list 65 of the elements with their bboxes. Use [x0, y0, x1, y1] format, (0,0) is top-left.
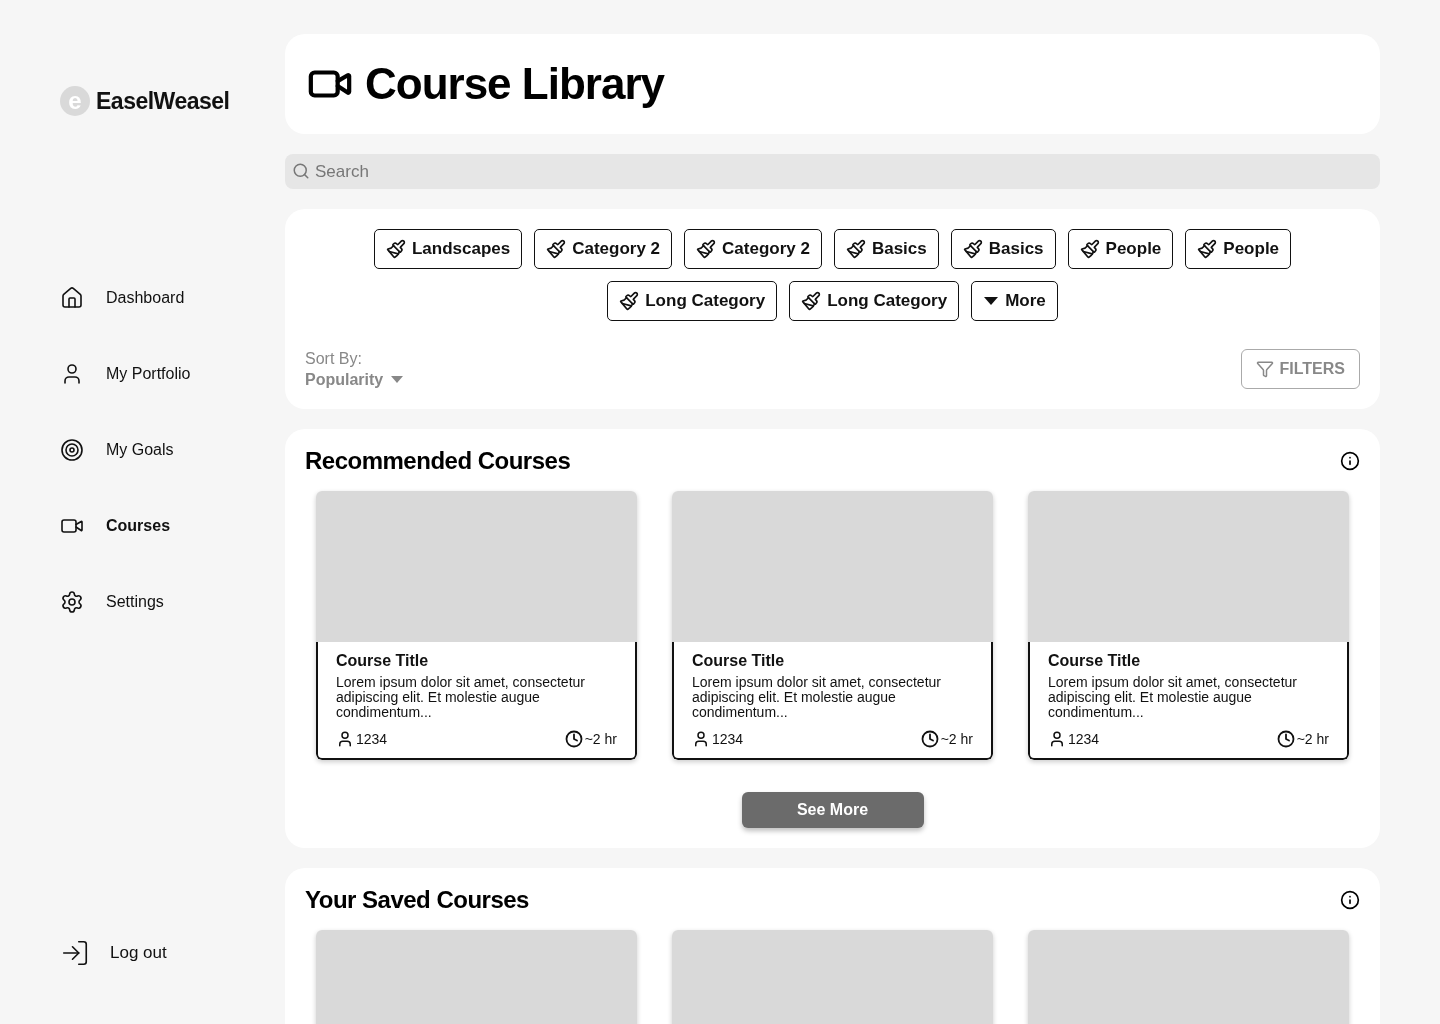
search-field[interactable]: Search: [285, 154, 1380, 189]
course-duration: ~2 hr: [584, 731, 617, 747]
category-chip[interactable]: People: [1067, 229, 1174, 269]
nav-item[interactable]: My Goals: [60, 438, 285, 462]
search-icon: [292, 162, 310, 180]
section-title: Your Saved Courses: [305, 886, 529, 914]
category-chip[interactable]: People: [1185, 229, 1292, 269]
sort-dropdown[interactable]: Popularity: [305, 370, 404, 389]
course-duration: ~2 hr: [940, 731, 973, 747]
student-count: 1234: [356, 731, 388, 747]
user-icon: [1048, 730, 1066, 748]
user-icon: [336, 730, 354, 748]
nav-item[interactable]: My Portfolio: [60, 362, 285, 386]
student-count: 1234: [1068, 731, 1100, 747]
home-icon: [60, 286, 84, 310]
nav-item[interactable]: Dashboard: [60, 286, 285, 310]
section-title: Recommended Courses: [305, 447, 571, 475]
course-description: Lorem ipsum dolor sit amet, consectetur adipiscing elit. Et molestie augue condimentum...: [1048, 675, 1298, 720]
course-title: Course Title: [692, 652, 786, 670]
see-more-button[interactable]: See More: [741, 792, 924, 828]
info-icon[interactable]: [1340, 890, 1360, 910]
category-chip[interactable]: Basics: [833, 229, 939, 269]
paintbrush-icon: [385, 239, 406, 259]
clock-icon: [920, 730, 939, 748]
category-chip[interactable]: Category 2: [684, 229, 822, 269]
paintbrush-icon: [801, 291, 822, 311]
filter-icon: [1255, 360, 1274, 378]
course-title: Course Title: [1048, 652, 1142, 670]
paintbrush-icon: [962, 239, 983, 259]
info-icon[interactable]: [1340, 451, 1360, 471]
category-chip[interactable]: Long Category: [789, 281, 960, 321]
paintbrush-icon: [1197, 239, 1218, 259]
caret-icon: [983, 296, 1000, 306]
course-card[interactable]: Course Title Lorem ipsum dolor sit amet, consectetur adipiscing elit. Et molestie augue condimentum... 1234 ~2 hr: [1028, 491, 1349, 760]
user-icon: [692, 730, 710, 748]
paintbrush-icon: [1079, 239, 1100, 259]
nav-item[interactable]: Settings: [60, 590, 285, 614]
sort-label: Sort By:: [305, 349, 363, 368]
paintbrush-icon: [546, 239, 567, 259]
course-description: Lorem ipsum dolor sit amet, consectetur adipiscing elit. Et molestie augue condimentum...: [692, 675, 942, 720]
caret-icon: [391, 376, 404, 383]
course-duration: ~2 hr: [1296, 731, 1329, 747]
paintbrush-icon: [619, 291, 640, 311]
category-chip[interactable]: Category 2: [534, 229, 673, 269]
clock-icon: [1276, 730, 1295, 748]
category-chip[interactable]: Landscapes: [373, 229, 523, 269]
student-count: 1234: [712, 731, 744, 747]
course-description: Lorem ipsum dolor sit amet, consectetur adipiscing elit. Et molestie augue condimentum...: [336, 675, 586, 720]
category-chip[interactable]: Basics: [950, 229, 1056, 269]
logout-link[interactable]: Log out: [60, 938, 285, 968]
paintbrush-icon: [845, 239, 866, 259]
course-card[interactable]: Course Title Lorem ipsum dolor sit amet, consectetur adipiscing elit. Et molestie augue condimentum... 1234 ~2 hr: [316, 491, 637, 760]
nav-item[interactable]: Courses: [60, 514, 285, 538]
course-card[interactable]: Course Title Lorem ipsum dolor sit amet, consectetur adipiscing elit. Et molestie augue condimentum... 1234 ~2 hr: [672, 491, 993, 760]
settings-icon: [60, 590, 84, 614]
more-button[interactable]: More: [971, 281, 1058, 321]
category-chip[interactable]: Long Category: [607, 281, 778, 321]
brand-name: EaselWeasel: [96, 87, 230, 115]
paintbrush-icon: [696, 239, 717, 259]
target-icon: [60, 438, 84, 462]
filters-button[interactable]: FILTERS: [1240, 349, 1360, 389]
logout-icon: [60, 938, 90, 968]
page-title: Course Library: [365, 59, 664, 109]
course-title: Course Title: [336, 652, 430, 670]
clock-icon: [564, 730, 583, 748]
